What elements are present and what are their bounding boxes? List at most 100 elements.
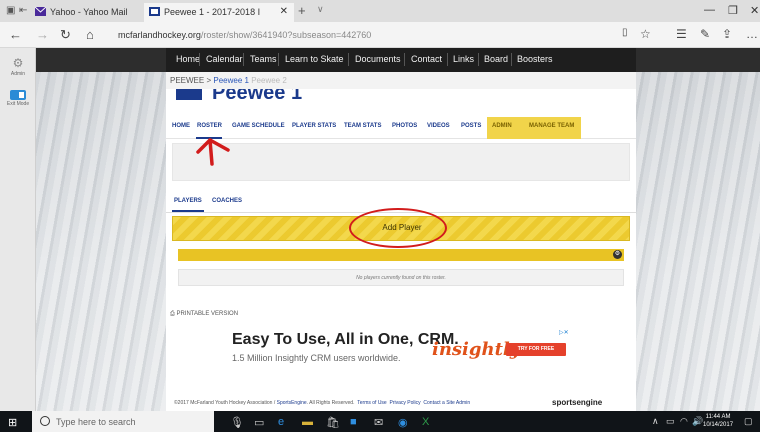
browser-tab-yahoo[interactable]: Yahoo - Yahoo Mail — [30, 3, 140, 22]
action-center-icon[interactable]: ▢ — [744, 416, 753, 427]
terms-link[interactable]: Terms of Use — [357, 400, 386, 406]
wifi-icon[interactable]: ◠ — [680, 416, 688, 427]
edge-icon[interactable]: e — [278, 416, 284, 428]
printable-version-link[interactable]: ⎙ PRINTABLE VERSION — [170, 311, 238, 318]
excel-icon[interactable]: X — [422, 416, 429, 428]
nav-board[interactable]: Board — [484, 54, 508, 64]
empty-roster-message: No players currently found on this roste… — [178, 269, 624, 286]
breadcrumb-current[interactable]: Peewee 1 — [213, 76, 249, 85]
address-bar: ← → ↻ ⌂ mcfarlandhockey.org/roster/show/… — [0, 22, 760, 48]
reading-view-icon[interactable]: ▯ — [622, 27, 628, 38]
ad-subline: 1.5 Million Insightly CRM users worldwid… — [232, 353, 401, 363]
privacy-link[interactable]: Privacy Policy — [390, 400, 421, 406]
battery-icon[interactable]: ▭ — [666, 416, 675, 427]
nav-documents[interactable]: Documents — [355, 54, 401, 64]
subnav-manage-team[interactable]: MANAGE TEAM — [529, 123, 574, 129]
nav-divider — [404, 53, 405, 66]
nav-boosters[interactable]: Boosters — [517, 54, 553, 64]
ad-banner[interactable]: ▷✕ Easy To Use, All in One, CRM. 1.5 Mil… — [166, 321, 636, 383]
tab-players[interactable]: PLAYERS — [174, 198, 202, 204]
subnav-game-schedule[interactable]: GAME SCHEDULE — [232, 123, 285, 129]
task-view-icon[interactable]: ▭ — [254, 416, 264, 429]
subnav-home[interactable]: HOME — [172, 123, 190, 129]
clock-date: 10/14/2017 — [703, 422, 734, 428]
favorite-star-icon[interactable]: ☆ — [640, 27, 651, 41]
breadcrumb-root[interactable]: PEEWEE — [170, 76, 204, 85]
nav-teams[interactable]: Teams — [250, 54, 277, 64]
forward-icon[interactable]: → — [36, 27, 49, 42]
team-header: Peewee 1 — [166, 89, 636, 103]
mail-icon — [35, 7, 46, 16]
subnav-posts[interactable]: POSTS — [461, 123, 481, 129]
home-icon[interactable]: ⌂ — [86, 27, 94, 42]
sportsengine-logo[interactable]: sportsengine — [552, 398, 602, 407]
roster-header-panel — [172, 143, 630, 181]
mail-app-icon[interactable]: ✉ — [374, 416, 383, 429]
chevron-down-icon[interactable]: ∨ — [317, 4, 324, 15]
tab-manager-icon[interactable]: ▣ — [6, 5, 15, 16]
minimize-icon[interactable]: — — [704, 4, 715, 16]
edit-mode-rail-item[interactable]: Exit Mode — [0, 90, 36, 107]
admin-menu: ADMIN MANAGE TEAM — [487, 117, 581, 139]
ad-cta-button[interactable]: TRY FOR FREE — [506, 343, 566, 356]
nav-contact[interactable]: Contact — [411, 54, 442, 64]
subnav-videos[interactable]: VIDEOS — [427, 123, 450, 129]
more-icon[interactable]: … — [746, 27, 758, 41]
hub-icon[interactable]: ☰ — [676, 27, 687, 41]
breadcrumb: PEEWEE > Peewee 1 Peewee 2 — [166, 72, 636, 89]
microphone-icon[interactable]: 🎙 — [230, 416, 244, 429]
web-note-icon[interactable]: ✎ — [700, 27, 710, 41]
subnav-roster[interactable]: ROSTER — [197, 123, 222, 129]
exit-mode-label: Exit Mode — [6, 101, 30, 107]
share-icon[interactable]: ⇪ — [722, 27, 732, 41]
subnav-team-stats[interactable]: TEAM STATS — [344, 123, 381, 129]
ice-texture-left — [36, 48, 166, 411]
app-icon[interactable]: ■ — [350, 416, 357, 428]
back-icon[interactable]: ← — [9, 27, 22, 42]
page-title: Peewee 1 — [212, 89, 303, 103]
nav-divider — [278, 53, 279, 66]
team-logo — [176, 89, 202, 100]
file-explorer-icon[interactable]: ▬ — [302, 416, 313, 428]
browser-tab-bar: ▣ ⇤ Yahoo - Yahoo Mail Peewee 1 - 2017-2… — [0, 0, 760, 22]
refresh-icon[interactable]: ↻ — [60, 27, 71, 43]
subnav-photos[interactable]: PHOTOS — [392, 123, 417, 129]
annotation-circle — [349, 208, 447, 248]
clock-time: 11:44 AM — [705, 414, 731, 420]
close-tab-icon[interactable]: ✕ — [280, 6, 288, 17]
url-field[interactable]: mcfarlandhockey.org/roster/show/3641940?… — [118, 30, 371, 40]
taskbar: ⊞ Type here to search 🎙 ▭ e ▬ 🛍 ■ ✉ ◉ X … — [0, 411, 760, 432]
store-icon[interactable]: 🛍 — [326, 416, 340, 429]
rights-text: . All Rights Reserved. — [306, 400, 355, 406]
sportsengine-link[interactable]: SportsEngine — [277, 400, 307, 406]
tray-chevron-icon[interactable]: ∧ — [652, 416, 659, 427]
subnav-admin[interactable]: ADMIN — [492, 123, 512, 129]
close-window-icon[interactable]: ✕ — [750, 4, 759, 17]
maximize-icon[interactable]: ❐ — [728, 4, 738, 17]
contact-admin-link[interactable]: Contact a Site Admin — [423, 400, 470, 406]
volume-icon[interactable]: 🔊 — [692, 416, 703, 427]
new-tab-icon[interactable]: + — [298, 3, 306, 18]
nav-divider — [199, 53, 200, 66]
breadcrumb-sibling[interactable]: Peewee 2 — [251, 76, 287, 85]
nav-links[interactable]: Links — [453, 54, 474, 64]
nav-learn-to-skate[interactable]: Learn to Skate — [285, 54, 344, 64]
settings-icon[interactable]: ⚙ — [613, 250, 622, 259]
tab-aside-icon[interactable]: ⇤ — [19, 5, 27, 16]
admin-rail-item[interactable]: ⚙ Admin — [0, 56, 36, 77]
printable-label: PRINTABLE VERSION — [176, 311, 239, 317]
ie-icon[interactable]: ◉ — [398, 416, 408, 429]
windows-start-icon[interactable]: ⊞ — [8, 416, 17, 429]
subnav-player-stats[interactable]: PLAYER STATS — [292, 123, 336, 129]
nav-divider — [511, 53, 512, 66]
tab-coaches[interactable]: COACHES — [212, 198, 242, 204]
taskbar-search[interactable]: Type here to search — [32, 411, 214, 432]
nav-calendar[interactable]: Calendar — [206, 54, 243, 64]
nav-divider — [478, 53, 479, 66]
browser-tab-peewee[interactable]: Peewee 1 - 2017-2018 I ✕ — [144, 3, 294, 22]
ad-choices-icon[interactable]: ▷✕ — [559, 329, 569, 336]
nav-divider — [243, 53, 244, 66]
system-clock[interactable]: 11:44 AM 10/14/2017 — [703, 413, 733, 429]
nav-home[interactable]: Home — [176, 54, 200, 64]
copyright-text: ©2017 McFarland Youth Hockey Association… — [174, 400, 277, 406]
